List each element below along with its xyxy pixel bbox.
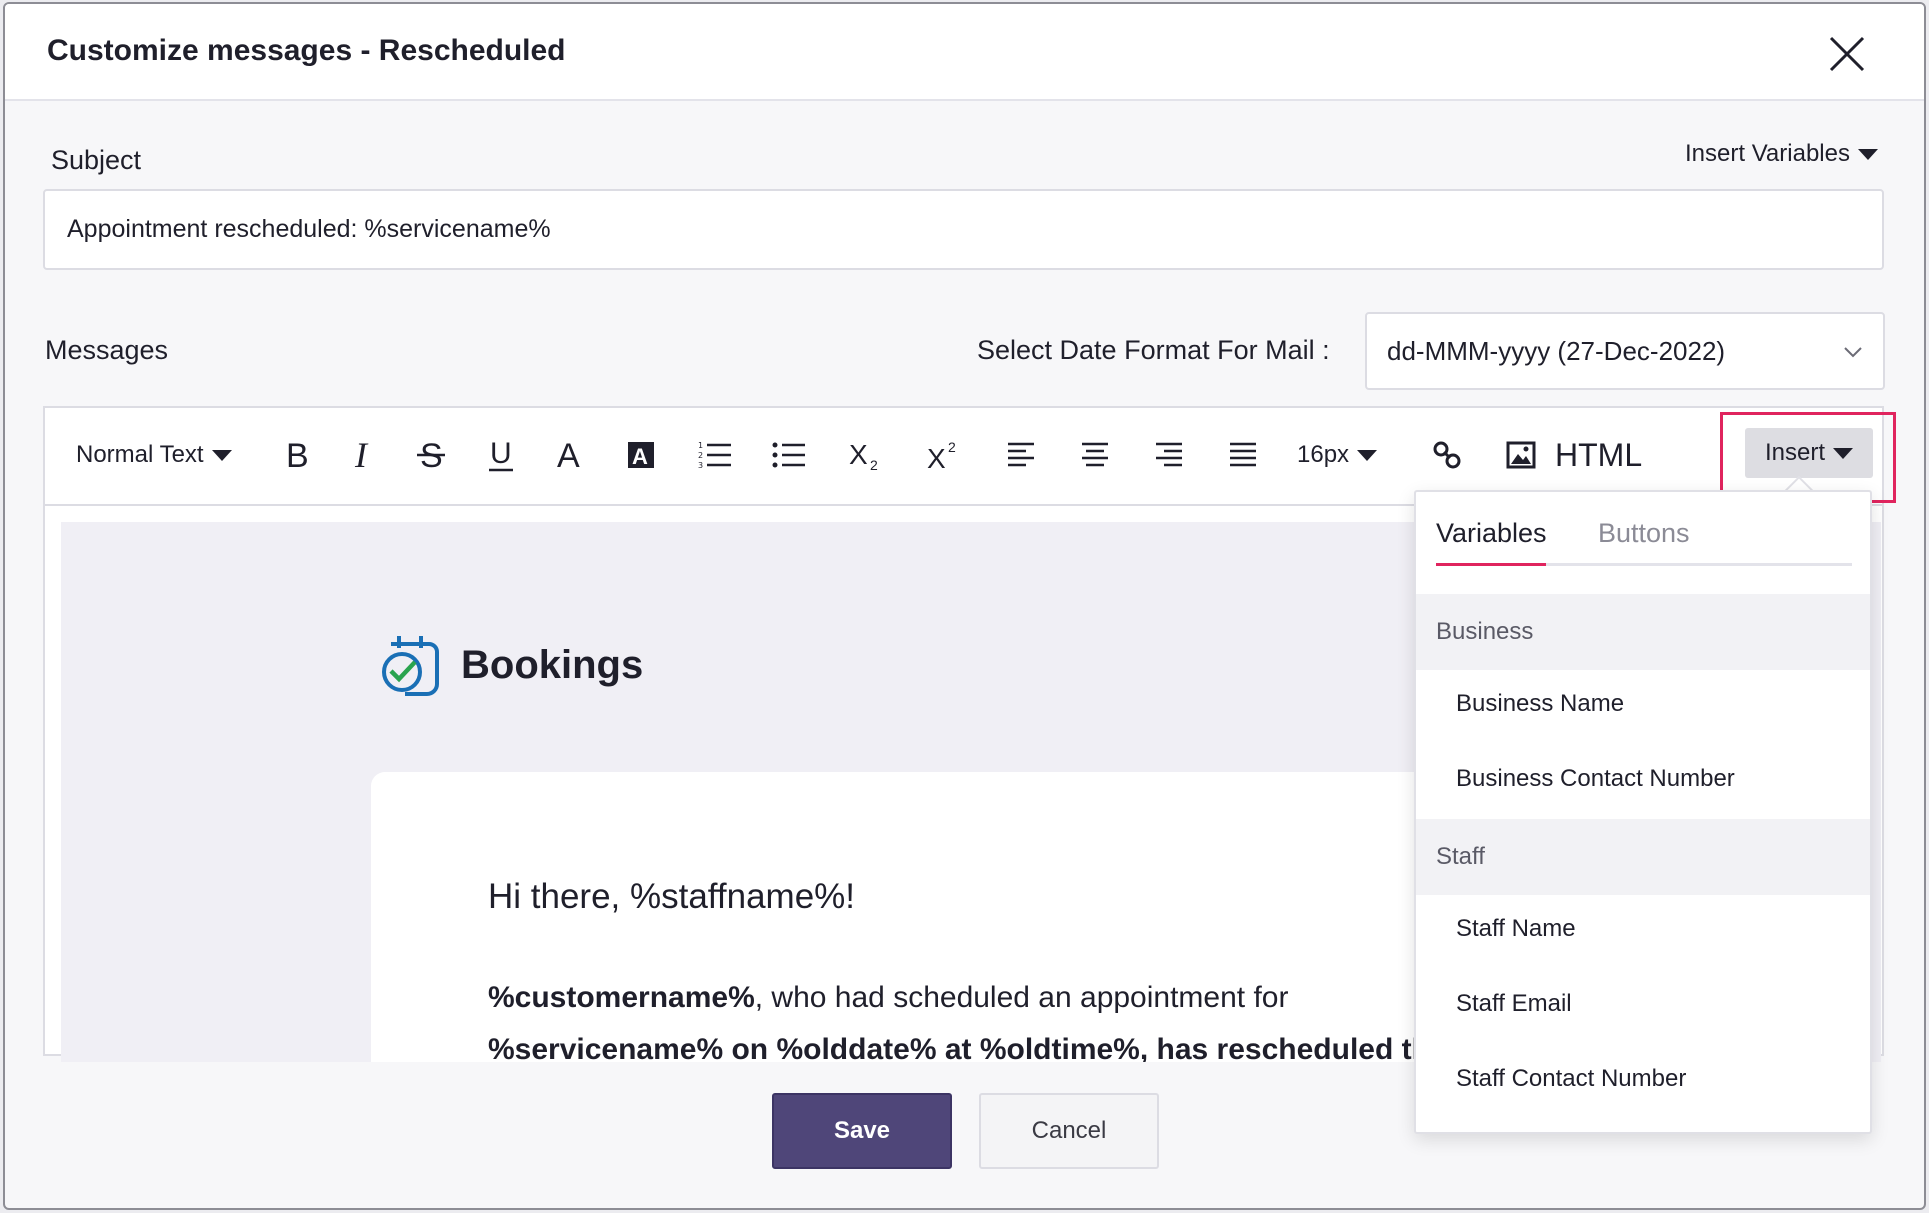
align-right-icon (1156, 442, 1182, 467)
svg-text:A: A (632, 444, 648, 469)
italic-icon: I (354, 438, 369, 472)
insert-variables-dropdown[interactable]: Insert Variables (1685, 140, 1878, 168)
variable-item[interactable]: Staff Name (1456, 915, 1576, 943)
align-center-icon (1082, 442, 1108, 467)
superscript-icon: X2 (927, 439, 956, 472)
italic-button[interactable]: I (344, 430, 384, 480)
bookings-logo: Bookings (377, 632, 643, 698)
align-right-button[interactable] (1147, 430, 1191, 480)
dialog-header: Customize messages - Rescheduled (5, 4, 1924, 101)
svg-text:U: U (490, 437, 512, 470)
image-button[interactable] (1499, 430, 1543, 480)
caret-down-icon (211, 449, 232, 461)
active-tab-indicator (1436, 563, 1546, 566)
svg-text:1: 1 (698, 441, 703, 450)
date-format-value: dd-MMM-yyyy (27-Dec-2022) (1387, 336, 1726, 366)
customer-name-variable: %customername% (488, 981, 755, 1014)
caret-down-icon (1857, 148, 1878, 160)
bookings-brand-name: Bookings (461, 642, 644, 687)
tab-variables[interactable]: Variables (1436, 518, 1547, 549)
bold-icon: B (286, 438, 309, 472)
close-button[interactable] (1825, 32, 1869, 76)
underline-icon: U (489, 437, 513, 472)
section-staff: Staff (1416, 819, 1870, 895)
highlight-color-icon: A (628, 442, 654, 469)
variable-item[interactable]: Business Contact Number (1456, 765, 1735, 793)
email-body-text: , who had scheduled an appointment for (754, 981, 1289, 1014)
svg-text:X: X (927, 443, 946, 472)
svg-text:2: 2 (698, 451, 703, 460)
date-format-select[interactable]: dd-MMM-yyyy (27-Dec-2022) (1365, 312, 1885, 390)
email-body-line2: %servicename% on %olddate% at %oldtime%,… (488, 1033, 1447, 1062)
align-left-icon (1008, 442, 1034, 467)
subscript-icon: X2 (849, 439, 878, 472)
svg-text:2: 2 (948, 439, 956, 455)
subscript-button[interactable]: X2 (845, 430, 889, 480)
html-button[interactable]: HTML (1555, 430, 1642, 480)
subject-input[interactable]: Appointment rescheduled: %servicename% (43, 189, 1884, 270)
ordered-list-icon: 1 2 3 (698, 441, 731, 470)
chevron-down-icon (1844, 347, 1862, 358)
image-icon (1506, 441, 1536, 469)
svg-text:B: B (286, 438, 309, 472)
caret-down-icon (1357, 449, 1378, 461)
messages-label: Messages (45, 335, 169, 365)
variable-item[interactable]: Business Name (1456, 690, 1624, 718)
section-business: Business (1416, 594, 1870, 670)
variable-item[interactable]: Staff Email (1456, 990, 1572, 1018)
underline-button[interactable]: U (481, 430, 521, 480)
superscript-button[interactable]: X2 (923, 430, 967, 480)
link-icon (1433, 441, 1461, 469)
highlight-color-button[interactable]: A (621, 430, 661, 480)
dropdown-tabs: Variables Buttons (1436, 518, 1852, 566)
tab-buttons[interactable]: Buttons (1598, 518, 1690, 549)
unordered-list-icon (772, 442, 805, 468)
justify-button[interactable] (1221, 430, 1265, 480)
text-format-label: Normal Text (76, 441, 204, 468)
svg-text:3: 3 (698, 461, 703, 470)
cancel-button[interactable]: Cancel (979, 1093, 1159, 1169)
svg-text:I: I (354, 438, 369, 472)
svg-text:A: A (557, 438, 580, 472)
email-card: Hi there, %staffname%! %customername%, w… (371, 772, 1571, 1062)
subject-label: Subject (51, 145, 142, 175)
align-center-button[interactable] (1073, 430, 1117, 480)
svg-text:X: X (849, 439, 868, 470)
link-button[interactable] (1425, 430, 1469, 480)
strikethrough-icon: S (417, 438, 445, 472)
font-size-dropdown[interactable]: 16px (1297, 430, 1378, 480)
unordered-list-button[interactable] (767, 430, 811, 480)
strikethrough-button[interactable]: S (411, 430, 451, 480)
font-color-button[interactable]: A (550, 430, 590, 480)
date-format-label: Select Date Format For Mail : (977, 335, 1330, 365)
justify-icon (1230, 442, 1256, 467)
bookings-calendar-icon (382, 636, 439, 696)
save-button[interactable]: Save (772, 1093, 952, 1169)
insert-dropdown-menu: Variables Buttons Business Business Name… (1414, 490, 1872, 1134)
close-icon (1829, 36, 1865, 72)
align-left-button[interactable] (999, 430, 1043, 480)
bold-button[interactable]: B (278, 430, 318, 480)
font-size-label: 16px (1297, 441, 1350, 468)
text-format-dropdown[interactable]: Normal Text (76, 430, 232, 480)
insert-variables-label: Insert Variables (1685, 140, 1850, 167)
email-greeting: Hi there, %staffname%! (488, 877, 856, 916)
email-body: %customername%, who had scheduled an app… (488, 972, 1488, 1062)
variable-item[interactable]: Staff Contact Number (1456, 1065, 1686, 1093)
font-color-icon: A (557, 438, 580, 472)
dialog-title: Customize messages - Rescheduled (47, 34, 566, 67)
svg-text:2: 2 (870, 457, 878, 472)
ordered-list-button[interactable]: 1 2 3 (693, 430, 737, 480)
